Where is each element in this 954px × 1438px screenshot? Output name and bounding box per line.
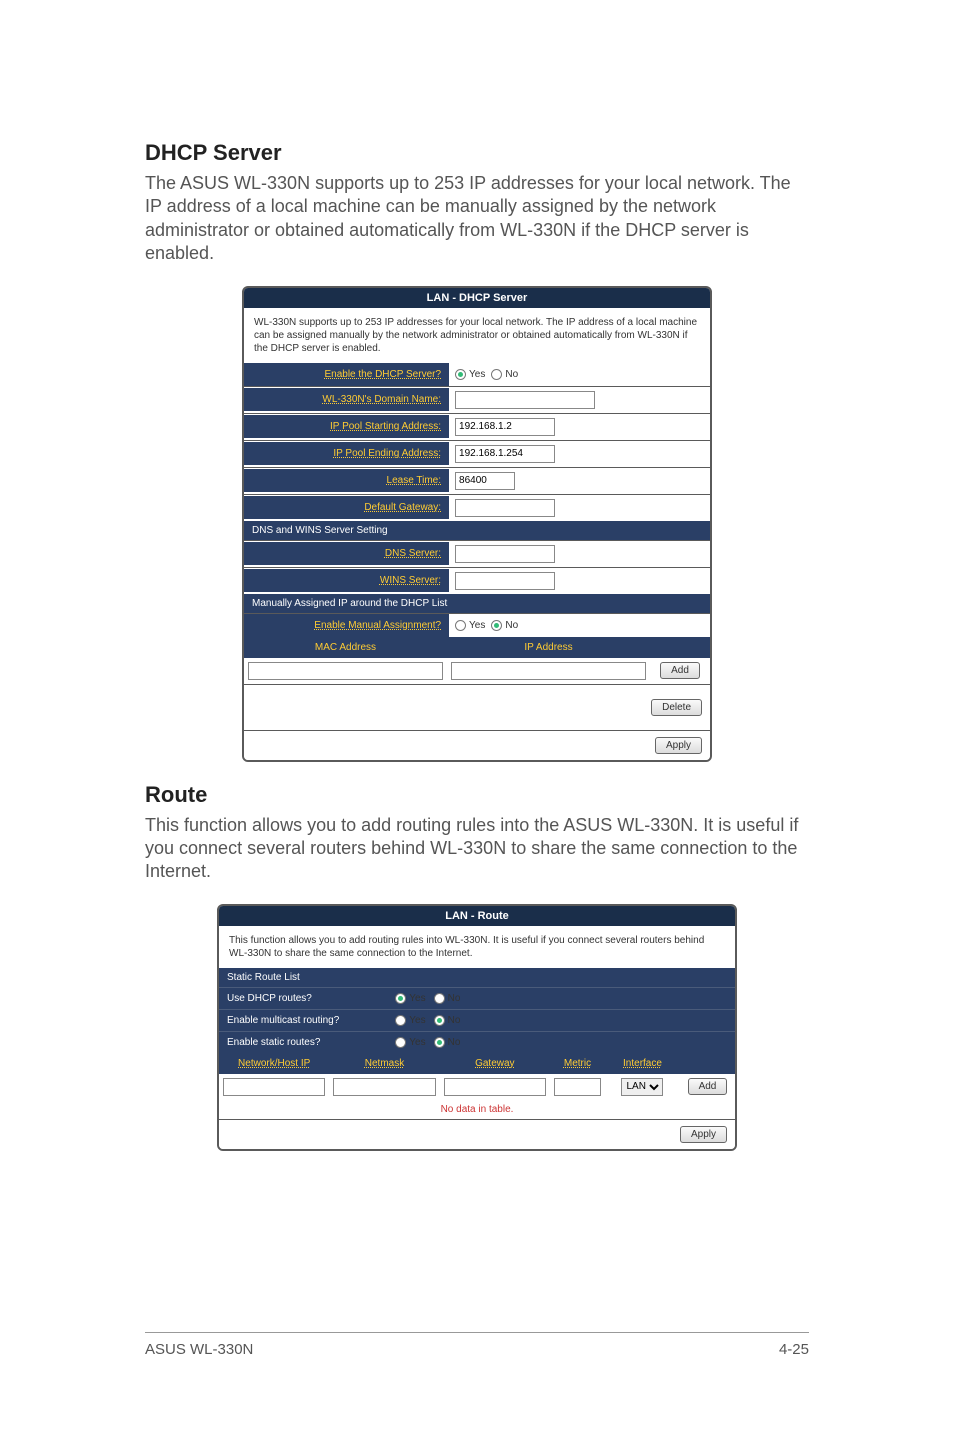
dhcp-heading: DHCP Server bbox=[145, 140, 809, 166]
pool-start-input[interactable] bbox=[455, 418, 555, 436]
radio-yes-label-2: Yes bbox=[469, 620, 485, 631]
r-no-2: No bbox=[448, 1015, 461, 1026]
manual-assign-subhead: Manually Assigned IP around the DHCP Lis… bbox=[244, 594, 710, 613]
enable-manual-no-radio[interactable]: No bbox=[491, 620, 518, 631]
th-interface: Interface bbox=[605, 1053, 680, 1074]
enable-dhcp-no-radio[interactable]: No bbox=[491, 369, 518, 380]
label-default-gw: Default Gateway: bbox=[244, 496, 449, 519]
pool-end-input[interactable] bbox=[455, 445, 555, 463]
label-wins-server: WINS Server: bbox=[244, 569, 449, 592]
ip-header: IP Address bbox=[447, 637, 650, 658]
label-dns-server: DNS Server: bbox=[244, 542, 449, 565]
label-lease-time: Lease Time: bbox=[244, 469, 449, 492]
label-pool-start: IP Pool Starting Address: bbox=[244, 415, 449, 438]
static-yes-radio[interactable]: Yes bbox=[395, 1037, 425, 1048]
r-yes-3: Yes bbox=[409, 1037, 425, 1048]
network-input[interactable] bbox=[223, 1078, 325, 1096]
netmask-input[interactable] bbox=[333, 1078, 435, 1096]
use-dhcp-no-radio[interactable]: No bbox=[434, 993, 461, 1004]
th-netmask: Netmask bbox=[329, 1053, 439, 1074]
dhcp-apply-button[interactable]: Apply bbox=[655, 737, 702, 754]
radio-no-label-2: No bbox=[505, 620, 518, 631]
route-panel-intro: This function allows you to add routing … bbox=[219, 926, 735, 968]
label-enable-manual: Enable Manual Assignment? bbox=[244, 614, 449, 637]
route-add-button[interactable]: Add bbox=[688, 1078, 728, 1095]
no-data-text: No data in table. bbox=[219, 1100, 735, 1119]
static-route-subhead: Static Route List bbox=[219, 968, 735, 987]
r-no-3: No bbox=[448, 1037, 461, 1048]
wins-server-input[interactable] bbox=[455, 572, 555, 590]
gateway-input[interactable] bbox=[444, 1078, 546, 1096]
domain-name-input[interactable] bbox=[455, 391, 595, 409]
dhcp-panel: LAN - DHCP Server WL-330N supports up to… bbox=[242, 286, 712, 762]
radio-yes-label: Yes bbox=[469, 369, 485, 380]
r-yes-1: Yes bbox=[409, 993, 425, 1004]
mac-header: MAC Address bbox=[244, 637, 447, 658]
radio-no-label: No bbox=[505, 369, 518, 380]
multicast-yes-radio[interactable]: Yes bbox=[395, 1015, 425, 1026]
th-metric: Metric bbox=[550, 1053, 605, 1074]
footer-right: 4-25 bbox=[779, 1341, 809, 1358]
label-enable-dhcp: Enable the DHCP Server? bbox=[244, 363, 449, 386]
dhcp-panel-intro: WL-330N supports up to 253 IP addresses … bbox=[244, 308, 710, 363]
label-use-dhcp-routes: Use DHCP routes? bbox=[219, 988, 389, 1009]
dhcp-panel-title: LAN - DHCP Server bbox=[244, 288, 710, 308]
static-no-radio[interactable]: No bbox=[434, 1037, 461, 1048]
lease-time-input[interactable] bbox=[455, 472, 515, 490]
route-panel-title: LAN - Route bbox=[219, 906, 735, 926]
mac-input[interactable] bbox=[248, 662, 443, 680]
label-multicast: Enable multicast routing? bbox=[219, 1010, 389, 1031]
route-paragraph: This function allows you to add routing … bbox=[145, 814, 809, 884]
th-gateway: Gateway bbox=[440, 1053, 550, 1074]
r-no-1: No bbox=[448, 993, 461, 1004]
enable-dhcp-yes-radio[interactable]: Yes bbox=[455, 369, 485, 380]
route-apply-button[interactable]: Apply bbox=[680, 1126, 727, 1143]
page-footer: ASUS WL-330N 4-25 bbox=[145, 1332, 809, 1358]
r-yes-2: Yes bbox=[409, 1015, 425, 1026]
route-heading: Route bbox=[145, 782, 809, 808]
interface-select[interactable]: LAN bbox=[621, 1078, 663, 1096]
enable-manual-yes-radio[interactable]: Yes bbox=[455, 620, 485, 631]
ip-input[interactable] bbox=[451, 662, 646, 680]
use-dhcp-yes-radio[interactable]: Yes bbox=[395, 993, 425, 1004]
delete-button[interactable]: Delete bbox=[651, 699, 702, 716]
dns-wins-subhead: DNS and WINS Server Setting bbox=[244, 521, 710, 540]
th-network: Network/Host IP bbox=[219, 1053, 329, 1074]
label-static-routes: Enable static routes? bbox=[219, 1032, 389, 1053]
dhcp-paragraph: The ASUS WL-330N supports up to 253 IP a… bbox=[145, 172, 809, 266]
add-button[interactable]: Add bbox=[660, 662, 700, 679]
default-gw-input[interactable] bbox=[455, 499, 555, 517]
metric-input[interactable] bbox=[554, 1078, 601, 1096]
multicast-no-radio[interactable]: No bbox=[434, 1015, 461, 1026]
label-pool-end: IP Pool Ending Address: bbox=[244, 442, 449, 465]
footer-left: ASUS WL-330N bbox=[145, 1341, 253, 1358]
route-panel: LAN - Route This function allows you to … bbox=[217, 904, 737, 1151]
label-domain-name: WL-330N's Domain Name: bbox=[244, 388, 449, 411]
dns-server-input[interactable] bbox=[455, 545, 555, 563]
